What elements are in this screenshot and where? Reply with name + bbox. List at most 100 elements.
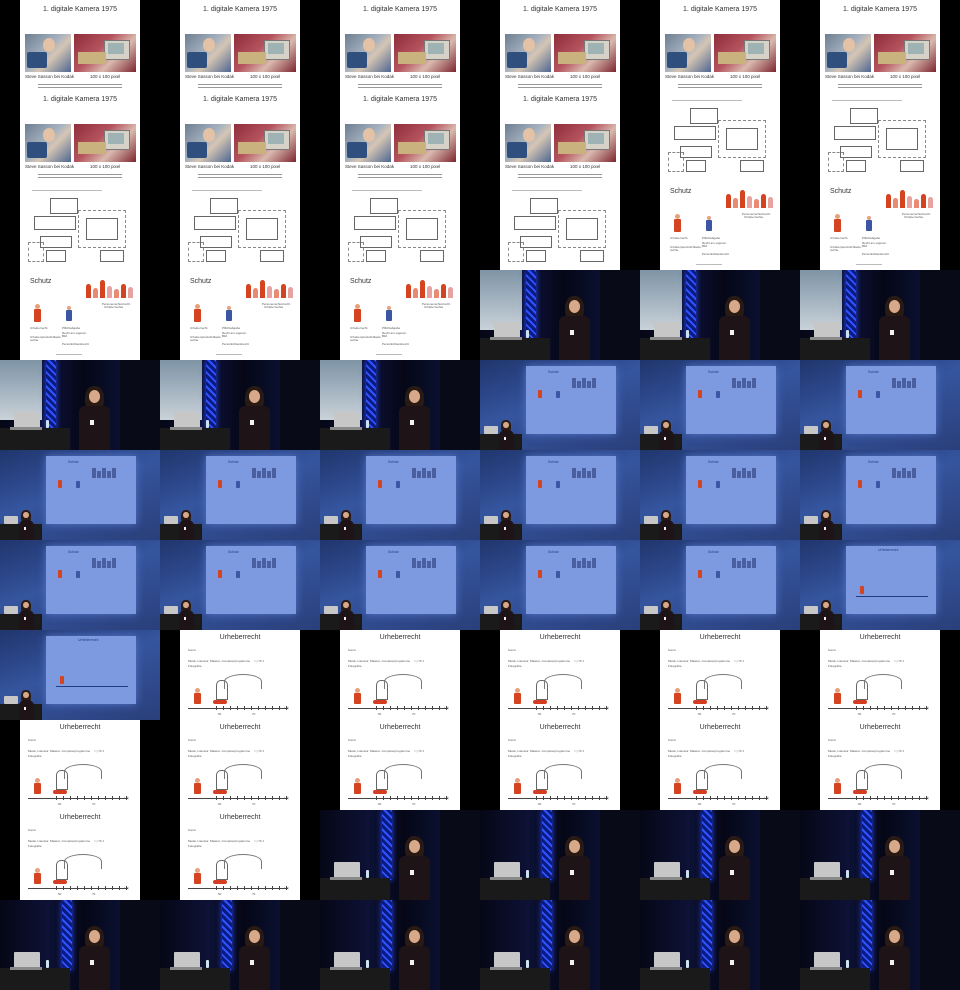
patent-header [672,100,742,101]
axis-tick [571,706,572,710]
line1-right: > | 70 J [894,749,904,753]
laptop-base [330,877,362,880]
footer-logos [696,264,722,265]
patent-drawing-part [674,126,716,140]
coffin-shape [536,770,548,790]
laptop-base [330,967,362,970]
thumbnail-pat [20,180,140,270]
speaker-body [498,429,514,450]
axis-tick [216,796,217,800]
label-urheberrechte: Urheberrechte [264,305,284,309]
name-badge [570,329,575,336]
line1-right: > | 70 J [734,659,744,663]
right-caption: 100 x 100 pixel [890,74,921,79]
name-badge [570,959,575,966]
tick-label-50: 50 [58,892,62,896]
kunst-label: Kunst [668,648,676,652]
thumbnail-cam: 1. digitale Kamera 1975 Steve Sasson bei … [180,0,300,90]
patent-drawing-part [686,160,706,172]
patent-drawing-part [514,216,556,230]
kunst-label: Kunst [188,738,196,742]
label-upr-2: rechte [830,248,839,252]
projected-red-figure [218,570,222,578]
protection-arc [224,764,262,779]
house [267,286,272,298]
coffin-shape [376,680,388,700]
speaker-body [178,519,194,540]
axis-tick [759,706,760,710]
monitor-screen [108,43,124,54]
patent-drawing-part [530,198,558,214]
house [893,198,898,208]
footnote-line [358,177,442,178]
back-wall [480,270,522,330]
speaker-face [888,300,900,313]
label-upr-2: rechte [350,338,359,342]
patent-header [512,190,582,191]
axis-tick [752,706,753,710]
slide-title: 1. digitale Kamera 1975 [683,6,757,13]
axis-tick [439,706,440,710]
speaker-body [559,945,590,990]
patent-drawing-part [726,128,758,150]
water-bottle [686,870,689,878]
footnote-line [198,84,282,85]
line1: Musik, Literatur, Malerei, Computerprogr… [668,749,731,753]
truss [382,900,392,970]
speaker-face [728,840,740,853]
red-car [853,790,867,794]
name-badge [410,869,415,876]
truss [702,810,712,880]
slide-title: Urheberrecht [859,724,901,731]
name-badge [504,616,507,620]
line1: Musik, Literatur, Malerei, Computerprogr… [508,659,571,663]
projected-house [737,381,741,388]
red-car [53,790,67,794]
projected-house [422,558,426,568]
projected-slide [366,456,456,524]
tick-label-70: 70 [252,712,256,716]
kunst-label: Kunst [28,828,36,832]
thumbnail-bls: Schutz [800,360,960,450]
kunst-label: Kunst [188,648,196,652]
projected-house [737,471,741,478]
projected-house [417,561,421,568]
podium [640,878,710,900]
thumbnail-cam: 1. digitale Kamera 1975 Steve Sasson bei … [20,90,140,180]
projected-house [747,381,751,388]
projected-house [427,471,431,478]
patent-drawing-part [34,216,76,230]
water-bottle [206,960,209,968]
axis-end-label: t (J) [924,796,930,800]
axis-tick [91,886,92,890]
projected-slide [46,456,136,524]
tick-label-50: 50 [218,802,222,806]
slide-title: Schutz [670,188,692,195]
thumbnail-stg [480,810,640,900]
podium [160,968,230,990]
laptop [4,516,18,524]
axis-tick [856,706,857,710]
projected-title: Schutz [228,550,239,554]
podium [320,878,390,900]
projected-title: Urheberrecht [878,548,899,552]
thumbnail-stw [640,270,800,360]
name-badge [664,436,667,440]
projected-slide [526,546,616,614]
axis-end-label: t (J) [924,706,930,710]
right-caption: 100 x 100 pixel [410,164,441,169]
camera-prototype [347,142,367,158]
laptop-base [810,967,842,970]
axis-tick [112,886,113,890]
back-wall [0,360,42,420]
axis-tick [550,706,551,710]
house [121,284,126,298]
axis-tick [877,706,878,710]
podium [480,968,550,990]
laptop-base [490,337,522,340]
thumbnail-stw [0,360,160,450]
name-badge [250,959,255,966]
line2: Fotografie [508,754,522,758]
projected-house [592,378,596,388]
axis-tick [98,796,99,800]
